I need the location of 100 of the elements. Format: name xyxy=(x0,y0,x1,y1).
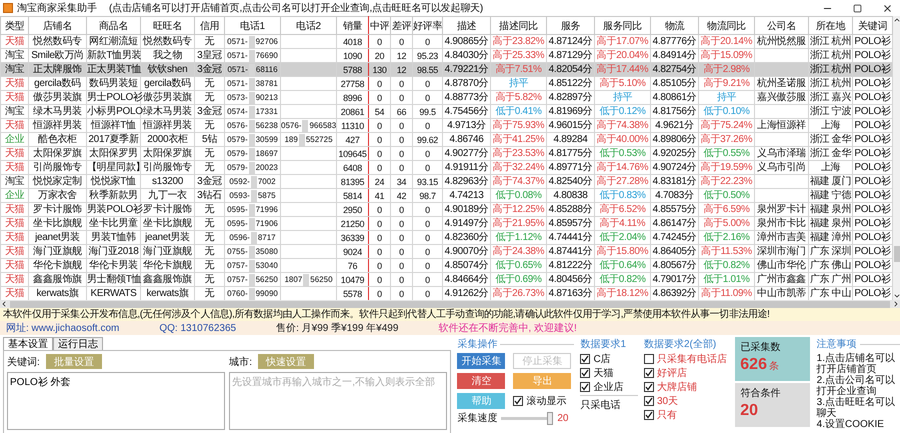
redaction-block xyxy=(248,92,255,104)
table-row[interactable]: 淘宝 正太牌服饰 正太男装T恤 钦钦shen 3金冠 0571- 68116 5788 130 12 98.55 4.79221分 高于7.51% 4.82054分 高于17.44% 4.82754分 高于2.98% 浙江 杭州 POLO衫 xyxy=(0,62,892,76)
phone-text: 0571- xyxy=(227,50,248,62)
phone-text: 7002 xyxy=(258,176,276,188)
scroll-right-icon[interactable] xyxy=(892,300,900,308)
checkbox-label: 滚动显示 xyxy=(526,394,566,408)
vertical-scrollbar[interactable] xyxy=(893,16,900,300)
table-row[interactable]: 淘宝 Smile欧万尚 新款T恤男装 我之物 3皇冠 0571- 76690 1090 20 12 95.23 4.84030分 高于25.33% 4.87129分 高于20.04% 4.84914分 高于15.09% 浙江 杭州 POLO衫 xyxy=(0,48,892,62)
redaction-block xyxy=(248,78,255,90)
redaction-block xyxy=(248,134,255,146)
stat-value: 20 xyxy=(740,402,758,420)
checkbox[interactable] xyxy=(580,354,590,364)
phone-text: 0755- xyxy=(227,246,248,258)
tab[interactable]: 运行日志 xyxy=(53,337,103,351)
phone-text: 1807 xyxy=(284,274,302,286)
table-row[interactable]: 天猫 海门亚旗舰 海门亚2018 海门亚旗舰 无 0755- 35080 9024 0 0 0 4.90070分 高于24.38% 4.87441分 高于15.80% 4.86405分 高于11.53% 深圳市海门 广东 深圳 POLO衫 xyxy=(0,244,892,258)
stat-label: 符合条件 xyxy=(740,387,782,400)
slider-thumb[interactable] xyxy=(547,412,554,424)
table-row[interactable]: 淘宝 悦悦家定制 悦悦家T恤 s13200 3金冠 0592- 7002 81395 24 34 93.15 4.82963分 高于74.37% 4.82540分 高于27.28% 4.83181分 高于22.23% 福建 厦门 POLO衫 xyxy=(0,174,892,188)
redaction-block xyxy=(248,120,255,132)
phone-text: 8717 xyxy=(258,232,276,244)
window-title: 淘宝商家采集助手 xyxy=(17,2,98,15)
table-row[interactable]: 天猫 kerwats旗 KERWATS kerwats旗 无 0760- 99090 5578 0 0 0 4.91262分 高于26.73% 4.87163分 高于18.12% 4.86392分 高于11.09% 中山市凯蒂 广东 中山 POLO衫 xyxy=(0,286,892,300)
website-text: 网址: www.jichaosoft.com xyxy=(6,322,120,335)
table-row[interactable]: 天猫 jeanet男装 男装T恤韩 jeanet男装 无 0596- 8717 36339 0 0 0 4.82360分 低于1.12% 4.74441分 低于2.04% 4.74245分 低于2.16% 漳州市吉美 福建 漳州 POLO衫 xyxy=(0,230,892,244)
qq-text: QQ: 1310762365 xyxy=(159,322,236,334)
note-text: 4.设置COOKIE xyxy=(816,419,885,430)
checkbox[interactable] xyxy=(644,354,654,364)
checkbox[interactable] xyxy=(644,396,654,406)
phone-text: 0579- xyxy=(227,148,248,160)
table-row[interactable]: 天猫 引尚服饰专 【明星同款】引尚服饰专 无 0579- 20023 6408 0 0 0 4.91911分 高于32.24% 4.89771分 高于14.76% 4.90724分 高于19.59% 义乌市引尚 上海 POLO衫 xyxy=(0,160,892,174)
checkbox[interactable] xyxy=(644,410,654,420)
notice-text: 本软件仅用于采集公开发布信息,(无任何涉及个人信息),所有数据均由人工操作而来。软件只起到代替人工手动查询的功能,请确认此软件仅用于学习,严禁使用本软件从事一切非法用途! xyxy=(0,308,900,321)
app-icon xyxy=(3,3,13,13)
redaction-block xyxy=(248,204,255,216)
cities-field[interactable]: 先设置城市再输入城市之一,不输入则表示全部 xyxy=(229,372,448,430)
phone-text: 0592- xyxy=(229,176,250,188)
table-row[interactable]: 天猫 太阳保罗旗 太阳保罗男 太阳保罗旗 无 0579- 18697 109645 0 0 0 4.90277分 高于23.53% 4.81775分 低于0.53% 4.92025分 低于0.55% 义乌市泽瑞 浙江 金华 POLO衫 xyxy=(0,146,892,160)
checkbox[interactable] xyxy=(580,368,590,378)
redaction-block xyxy=(250,190,257,202)
checkbox-label: 只有 xyxy=(656,409,677,422)
checkbox-label: 只采集有电话店 xyxy=(656,352,727,366)
tab[interactable]: 基本设置 xyxy=(3,337,53,351)
phone-text: 966583 xyxy=(309,120,336,132)
keywords-field[interactable]: POLO衫 外套 xyxy=(7,372,226,430)
horizontal-scrollbar[interactable] xyxy=(0,300,900,308)
table-row[interactable]: 天猫 罗卡计服饰 男装POLO衫罗卡计服饰 无 0595- 71996 2950 0 0 0 4.90189分 高于12.25% 4.85288分 高于6.52% 4.85575分 高于6.59% 泉州罗卡计 福建 泉州 POLO衫 xyxy=(0,202,892,216)
table-row[interactable]: 企业 酷色衣柜 2017夏季新 2000衣柜 5钻 0579- 30599 189 552725 427 0 0 99.62 4.86746 高于41.25% 4.89284 高于40.00% 4.89806分 高于37.26% 浙江 金华 POLO衫 xyxy=(0,132,892,146)
phone-text: 56250 xyxy=(256,274,278,286)
table-row[interactable]: 天猫 gercila数码 数码男装短 gercila数码 无 0571- 38781 27758 0 0 0 4.87870分 持平 4.85122分 高于5.10% 4.85105分 高于9.21% 杭州圣诺服 浙江 杭州 POLO衫 xyxy=(0,76,892,90)
phone-text: 18697 xyxy=(256,148,278,160)
phone-text: 68116 xyxy=(256,64,278,76)
table-row[interactable]: 淘宝 绿木马男装 小标男POLO绿木马男装 3金冠 0574- 17331 20861 54 66 99.5 4.75456分 低于0.41% 4.81969分 低于0.12% 4.81756分 低于0.10% 浙江 宁波 POLO衫 xyxy=(0,104,892,118)
slider-label: 采集速度 xyxy=(457,412,498,425)
table-row[interactable]: 天猫 鑫鑫服饰旗 男士翻领T恤 鑫鑫服饰旗 无 0757- 56250 1807 56250 10479 0 0 0 4.84664分 低于0.69% 4.80456分 低于0.82% 4.79017分 低于1.01% 广州市鑫鑫 广东 广州 POLO衫 xyxy=(0,272,892,286)
note-text: 2.点击公司名可以打开企业查询 xyxy=(816,375,896,397)
phone-text: 0595- xyxy=(227,204,248,216)
phone-text: 56250 xyxy=(310,274,333,286)
phone-text: 56238 xyxy=(256,120,278,132)
table-row[interactable]: 天猫 华伦卡旗舰 华伦卡男装 华伦卡旗舰 无 0757- 53040 76 0 0 0 4.85074分 低于0.65% 4.81222分 低于0.64% 4.80567分 低于0.82% 佛山市华伦 广东 佛山 POLO衫 xyxy=(0,258,892,272)
table-row[interactable]: 天猫 坐卡比旗舰 坐卡比男童 坐卡比旗舰 无 0595- 71906 21250 0 0 0 4.91497分 高于21.95% 4.85957分 高于4.11% 4.86147分 高于5.00% 泉州市卡比 福建 泉州 POLO衫 xyxy=(0,216,892,230)
table-row[interactable]: 天猫 恒源祥男装 恒源祥T恤 恒源祥男装 无 0576- 56238 0576- 966583 11310 0 0 0 4.9713分 高于75.93% 4.96015分 高于74.38% 4.9621分 高于75.24% 上海恒源祥 上海 POLO衫 xyxy=(0,118,892,132)
redaction-block xyxy=(248,246,255,258)
phone-text: 76690 xyxy=(256,50,278,62)
scroll-up-icon[interactable] xyxy=(893,16,900,24)
phone-text: 0571- xyxy=(227,64,248,76)
table-row[interactable]: 天猫 傲莎男装旗 男士POLO衫傲莎男装旗 无 0573- 90213 8996 0 0 0 4.88773分 高于5.82% 4.82897分 持平 4.80861分 持平 嘉兴傲莎服 浙江 嘉兴 POLO衫 xyxy=(0,90,892,104)
checkbox[interactable] xyxy=(644,368,654,378)
checkbox[interactable] xyxy=(644,382,654,392)
phone-text: 20023 xyxy=(256,162,278,174)
checkbox-label: 30天 xyxy=(656,395,678,408)
phone-text: 0574- xyxy=(227,106,248,118)
note-text: 3.点击旺旺名可以聊天 xyxy=(816,397,896,419)
slogan-text: 软件还在不断完善中, 欢迎建议! xyxy=(438,322,577,335)
phone-text: 30599 xyxy=(256,134,278,146)
scroll-left-icon[interactable] xyxy=(0,300,8,308)
redaction-block xyxy=(248,148,255,160)
table-row[interactable]: 企业 万家衣舍 秋季新款男 九丁一衣 3钻石 0593- 5875 5814 41 42 98.7 4.74213 低于0.08% 4.80838 低于0.83% 4.7083分 低于0.50% 福建 宁德 POLO衫 xyxy=(0,188,892,202)
action-button[interactable]: 清空 xyxy=(457,373,506,389)
phone-text: 0757- xyxy=(227,274,248,286)
phone-text: 92706 xyxy=(256,36,278,48)
scroll-down-icon[interactable] xyxy=(893,292,900,300)
scroll-thumb[interactable] xyxy=(894,246,900,262)
action-button[interactable]: 开始采集 xyxy=(457,353,506,369)
phone-text: 0571- xyxy=(227,36,248,48)
hint-text: (点击店铺名可以打开店铺首页,点击公司名可以打开企业查询,点击旺旺名可以发起聊天) xyxy=(109,2,484,15)
stat-label: 已采集数 xyxy=(740,340,782,354)
table-row[interactable]: 天猫 悦然数码专 网红潮流短 悦然数码专 无 0571- 92706 4018 0 0 0 4.90865分 高于23.82% 4.87124分 高于17.07% 4.87776分 高于20.14% 杭州悦然服 浙江 杭州 POLO衫 xyxy=(0,34,892,48)
column-header[interactable]: 类型 xyxy=(0,16,28,34)
stat-unit: 条 xyxy=(768,360,779,373)
group-title: 采集操作 xyxy=(457,338,498,351)
option-text: 只采电话 xyxy=(580,398,622,412)
phone-text: 0579- xyxy=(227,134,248,146)
phone-text: 189 xyxy=(284,134,298,146)
phone-text: 17331 xyxy=(256,106,278,118)
checkbox[interactable] xyxy=(580,382,590,392)
checkbox[interactable] xyxy=(513,396,524,406)
redaction-block xyxy=(250,232,257,244)
field-label: 城市: xyxy=(229,356,252,368)
phone-text: 5875 xyxy=(258,190,276,202)
